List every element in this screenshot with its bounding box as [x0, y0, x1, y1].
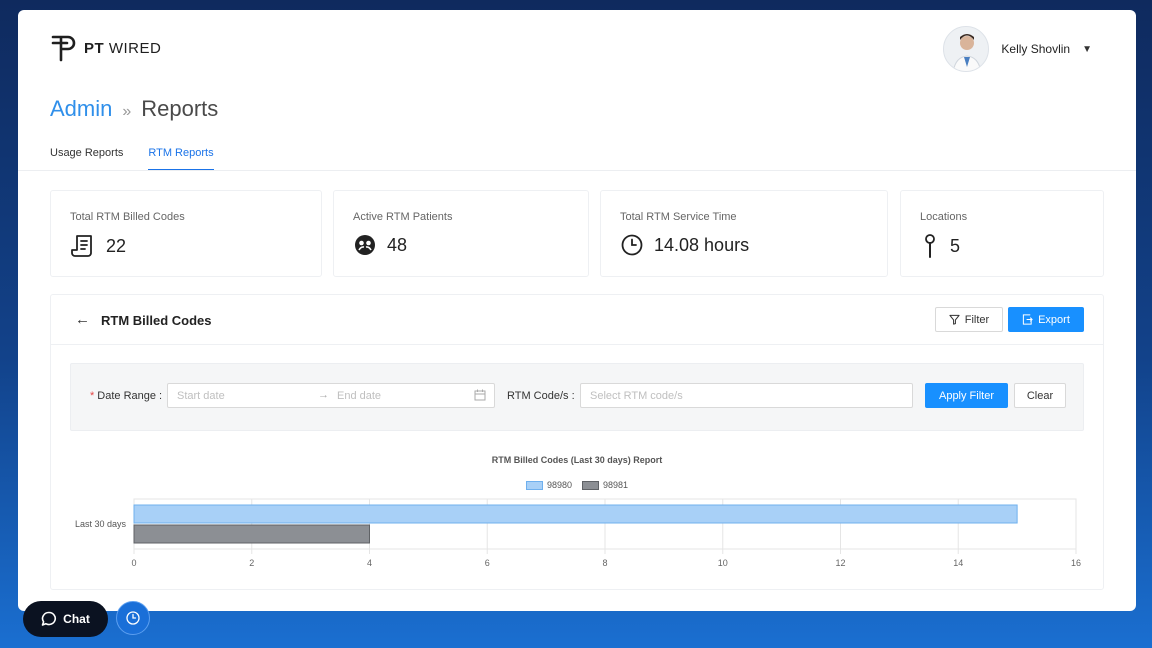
stat-card-service-time: Total RTM Service Time 14.08 hours	[600, 190, 888, 277]
bar-chart: 0 2 4 6 8 10 12 14 16 Last 30 days	[75, 498, 1081, 568]
x-tick-label: 2	[249, 558, 254, 568]
x-tick-label: 12	[835, 558, 845, 568]
user-photo-icon	[944, 27, 989, 71]
stat-card-billed-codes: Total RTM Billed Codes 22	[50, 190, 322, 277]
chat-button[interactable]: Chat	[23, 601, 108, 637]
breadcrumb: Admin » Reports	[50, 96, 218, 122]
clock-icon	[621, 234, 643, 256]
bar-98981	[133, 524, 370, 544]
stat-label: Total RTM Service Time	[620, 211, 737, 223]
breadcrumb-separator: »	[122, 103, 132, 120]
patients-icon	[355, 235, 375, 255]
stat-label: Locations	[920, 211, 968, 223]
logo-text: PT WIRED	[84, 39, 162, 57]
caret-down-icon[interactable]: ▼	[1082, 44, 1092, 55]
x-tick-label: 8	[602, 558, 607, 568]
clock-history-icon	[126, 611, 140, 625]
x-tick-label: 14	[953, 558, 963, 568]
y-category-label: Last 30 days	[75, 519, 127, 529]
stat-label: Total RTM Billed Codes	[70, 211, 185, 223]
user-menu[interactable]: Kelly Shovlin ▼	[943, 26, 1092, 72]
avatar[interactable]	[943, 26, 990, 72]
x-tick-label: 0	[131, 558, 136, 568]
breadcrumb-admin-link[interactable]: Admin	[50, 96, 112, 122]
page-title: Reports	[141, 96, 219, 121]
tab-rtm-reports[interactable]: RTM Reports	[148, 147, 214, 171]
pt-wired-logo[interactable]: PT WIRED	[50, 34, 161, 62]
tabs-divider	[18, 170, 1136, 171]
billed-codes-panel: ← RTM Billed Codes Filter Export * Date R…	[50, 294, 1104, 590]
receipt-icon	[71, 235, 92, 257]
chat-bubble-icon	[41, 611, 57, 626]
stat-label: Active RTM Patients	[353, 211, 453, 223]
user-name[interactable]: Kelly Shovlin	[1001, 42, 1070, 56]
chat-button-label: Chat	[63, 612, 90, 626]
x-tick-label: 10	[718, 558, 728, 568]
report-tabs: Usage Reports RTM Reports	[50, 147, 214, 171]
app-card: PT WIRED Kelly Shovlin ▼ Admin » Reports…	[18, 10, 1136, 611]
stat-value: 14.08 hours	[654, 234, 750, 255]
stat-value: 5	[950, 235, 961, 256]
stat-card-locations: Locations 5	[900, 190, 1104, 277]
bar-98980	[133, 504, 1018, 524]
x-tick-label: 4	[367, 558, 372, 568]
tab-usage-reports[interactable]: Usage Reports	[50, 147, 123, 171]
x-tick-label: 6	[485, 558, 490, 568]
logo-mark-icon	[51, 35, 76, 62]
stat-value: 22	[106, 235, 127, 256]
x-tick-label: 16	[1071, 558, 1081, 568]
history-button[interactable]	[116, 601, 150, 635]
pin-icon	[925, 234, 935, 258]
stat-value: 48	[387, 234, 408, 255]
stat-card-active-patients: Active RTM Patients 48	[333, 190, 589, 277]
